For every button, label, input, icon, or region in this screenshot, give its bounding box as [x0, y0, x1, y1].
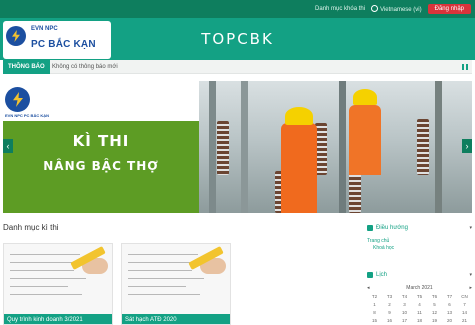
paper-line: [10, 270, 74, 271]
language-label: Vietnamese (vi): [380, 7, 422, 13]
banner-headline-2: NÂNG BẬC THỢ: [43, 159, 159, 173]
helmet: [285, 107, 313, 125]
banner-evn-logo-icon: [5, 87, 30, 112]
calendar-day[interactable]: 6: [442, 301, 457, 309]
calendar-day[interactable]: 16: [382, 317, 397, 325]
top-bar: Danh mục khóa thi Vietnamese (vi) Đăng n…: [0, 0, 475, 18]
calendar-day[interactable]: 15: [367, 317, 382, 325]
evn-logo-icon: [6, 26, 26, 46]
calendar-weekday: T7: [446, 294, 453, 299]
paper-line: [128, 254, 198, 255]
paper-line: [10, 254, 80, 255]
login-button[interactable]: Đăng nhập: [427, 4, 471, 14]
calendar-weekday: T2: [371, 294, 378, 299]
pause-icon[interactable]: [462, 64, 468, 70]
site-header: TOPCBK EVN NPC PC BẮC KẠN: [0, 18, 475, 60]
carousel-prev-button[interactable]: ‹: [3, 139, 13, 153]
course-thumbnail: [4, 244, 112, 314]
calendar-day[interactable]: 21: [457, 317, 472, 325]
calendar-day[interactable]: 10: [397, 309, 412, 317]
course-card[interactable]: Sát hạch ATĐ 2020: [121, 243, 231, 325]
navigation-title: Điều hướng: [376, 225, 408, 231]
calendar-weekday: T6: [431, 294, 438, 299]
banner-photo: [199, 81, 472, 213]
paper-line: [10, 294, 82, 295]
calendar-day[interactable]: 7: [457, 301, 472, 309]
calendar-day[interactable]: 5: [427, 301, 442, 309]
calendar-day[interactable]: 14: [457, 309, 472, 317]
worker-figure: [349, 105, 381, 175]
calendar-weekday: T3: [386, 294, 393, 299]
top-nav: Danh mục khóa thi Vietnamese (vi) Đăng n…: [315, 3, 471, 15]
calendar-day[interactable]: 20: [442, 317, 457, 325]
calendar-weekday: T5: [416, 294, 423, 299]
calendar-day[interactable]: 1: [367, 301, 382, 309]
course-thumbnail: [122, 244, 230, 314]
calendar-day[interactable]: 18: [412, 317, 427, 325]
paper-line: [10, 278, 86, 279]
next-month-button[interactable]: ▸: [469, 285, 472, 291]
chevron-down-icon[interactable]: ▾: [469, 272, 472, 278]
carousel-next-button[interactable]: ›: [462, 139, 472, 153]
banner-left-panel: EVN NPC PC BẮC KẠN KÌ THI NÂNG BẬC THỢ: [3, 81, 199, 213]
calendar-day[interactable]: 13: [442, 309, 457, 317]
prev-month-button[interactable]: ◂: [367, 285, 370, 291]
paper-line: [128, 294, 200, 295]
photo-background: [199, 81, 472, 213]
hero-banner: EVN NPC PC BẮC KẠN KÌ THI NÂNG BẬC THỢ ‹…: [3, 81, 472, 213]
course-card[interactable]: Quy trình kinh doanh 3/2021: [3, 243, 113, 325]
paper-line: [128, 270, 192, 271]
calendar-weekday: T4: [401, 294, 408, 299]
calendar-grid: T2 T3 T4 T5 T6 T7 CN 1 2 3 4 5 6 7 8 9 10 11 12 13 14 15 16 17 1…: [367, 293, 472, 325]
steel-tower: [241, 81, 248, 213]
insulator: [417, 119, 429, 175]
calendar-day[interactable]: 19: [427, 317, 442, 325]
banner-headline-1: KÌ THI: [72, 132, 130, 150]
navigation-block: Điều hướng ▾ Trang chủ Khoá học: [367, 223, 472, 251]
navigation-header[interactable]: Điều hướng ▾: [367, 223, 472, 233]
courses-link[interactable]: Khoá học: [373, 245, 472, 251]
calendar-nav: ◂ March 2021 ▸: [367, 285, 472, 291]
calendar-month: March 2021: [406, 285, 433, 291]
logo-main-text: PC BẮC KẠN: [31, 39, 96, 50]
calendar-day[interactable]: 9: [382, 309, 397, 317]
notice-label: THÔNG BÁO: [3, 60, 50, 74]
calendar-day[interactable]: 3: [397, 301, 412, 309]
calendar-weekday: CN: [461, 294, 468, 299]
calendar-icon: [367, 272, 373, 278]
banner-evn-text: EVN NPC PC BẮC KẠN: [5, 113, 50, 118]
paper-line: [10, 286, 68, 287]
course-menu-link[interactable]: Danh mục khóa thi: [315, 6, 365, 12]
section-title: Danh mục kì thi: [3, 223, 59, 232]
insulator: [217, 121, 229, 175]
course-title: Quy trình kinh doanh 3/2021: [4, 314, 112, 324]
paper-line: [128, 278, 204, 279]
sitemap-icon: [367, 225, 373, 231]
calendar-day[interactable]: 4: [412, 301, 427, 309]
steel-tower: [209, 81, 216, 213]
calendar-day[interactable]: 12: [427, 309, 442, 317]
chevron-down-icon[interactable]: ▾: [469, 225, 472, 231]
calendar-title: Lịch: [376, 272, 388, 278]
calendar-day[interactable]: 8: [367, 309, 382, 317]
language-selector[interactable]: Vietnamese (vi): [371, 5, 422, 13]
home-link[interactable]: Trang chủ: [367, 238, 472, 244]
calendar-day[interactable]: 2: [382, 301, 397, 309]
worker-figure: [281, 123, 317, 213]
globe-icon: [371, 5, 379, 12]
course-title: Sát hạch ATĐ 2020: [122, 314, 230, 324]
calendar-day[interactable]: 11: [412, 309, 427, 317]
helmet: [353, 89, 377, 105]
steel-tower: [435, 81, 442, 213]
notice-bar: THÔNG BÁO Không có thông báo mới: [3, 60, 472, 74]
calendar-day[interactable]: 17: [397, 317, 412, 325]
site-logo[interactable]: EVN NPC PC BẮC KẠN: [3, 21, 111, 59]
calendar-header[interactable]: Lịch ▾: [367, 270, 472, 280]
notice-text: Không có thông báo mới: [52, 64, 118, 70]
paper-line: [128, 286, 186, 287]
calendar-block: Lịch ▾: [367, 270, 472, 280]
steel-tower: [339, 81, 346, 213]
logo-top-text: EVN NPC: [31, 26, 58, 32]
